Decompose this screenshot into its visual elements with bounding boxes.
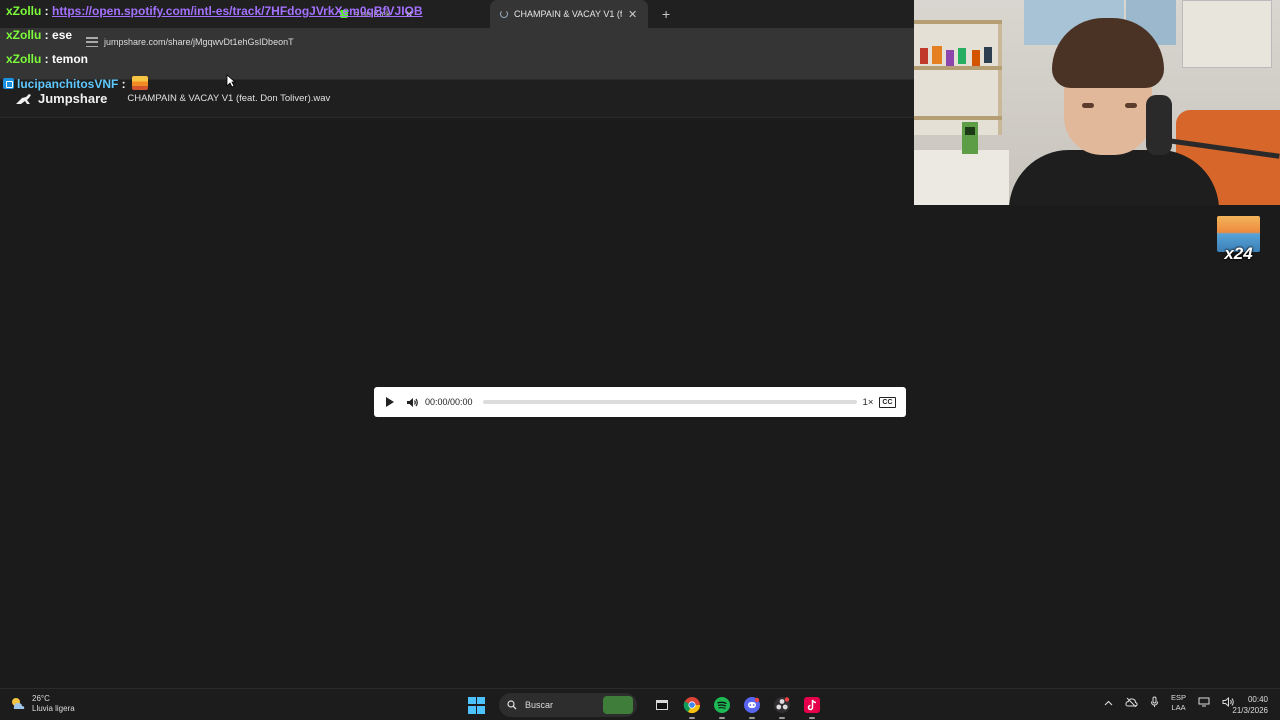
chat-message: lucipanchitosVNF : <box>3 76 149 91</box>
keyboard-layout: LAA <box>1171 703 1186 712</box>
tab-champain-vacay[interactable]: CHAMPAIN & VACAY V1 (feat. ✕ <box>490 0 648 28</box>
chat-username: xZollu <box>6 4 42 18</box>
discord-icon[interactable] <box>741 694 763 719</box>
playback-time: 00:00/00:00 <box>425 397 473 407</box>
playback-speed-button[interactable]: 1× <box>863 397 874 408</box>
site-settings-icon[interactable] <box>86 37 98 47</box>
obs-icon[interactable] <box>771 694 793 719</box>
viewer-count: x24 <box>1224 244 1253 263</box>
cloud-off-icon[interactable] <box>1125 697 1138 709</box>
chevron-up-icon[interactable] <box>1104 698 1113 708</box>
chat-username: xZollu <box>6 28 42 42</box>
volume-icon[interactable] <box>406 397 419 408</box>
chat-message: xZollu : https://open.spotify.com/intl-e… <box>6 4 423 18</box>
display-icon[interactable] <box>1198 697 1210 709</box>
file-name: CHAMPAIN & VACAY V1 (feat. Don Toliver).… <box>127 93 331 104</box>
weather-desc: Lluvia ligera <box>32 704 75 713</box>
play-icon[interactable] <box>386 397 394 407</box>
chat-message: xZollu : temon <box>6 52 89 66</box>
search-icon <box>507 700 517 710</box>
system-tray: ESP LAA <box>1098 693 1241 713</box>
chat-text: ese <box>52 28 73 42</box>
weather-temp: 26°C <box>32 694 50 703</box>
tiktok-icon[interactable] <box>801 694 823 719</box>
chat-text: temon <box>52 52 89 66</box>
address-bar: jumpshare.com/share/jMgqwvDt1ehGsIDbeonT <box>0 28 914 56</box>
chat-link[interactable]: https://open.spotify.com/intl-es/track/7… <box>52 4 423 18</box>
tab-close-icon[interactable]: ✕ <box>628 8 637 21</box>
mouse-cursor-icon <box>226 74 236 88</box>
webcam-feed <box>914 0 1280 205</box>
jumpshare-logo[interactable]: Jumpshare <box>14 91 107 106</box>
captions-button[interactable]: CC <box>879 396 896 408</box>
chat-username: lucipanchitosVNF <box>17 77 119 91</box>
streamer-shirt <box>1009 150 1219 205</box>
creeper-figure <box>962 122 978 154</box>
windows-start-icon[interactable] <box>468 696 485 714</box>
shelf <box>914 20 1002 135</box>
url-field[interactable]: jumpshare.com/share/jMgqwvDt1ehGsIDbeonT <box>104 37 294 47</box>
seek-bar[interactable] <box>482 400 857 404</box>
subscriber-badge-icon <box>3 78 14 89</box>
search-highlight-art-icon <box>603 696 633 714</box>
clock-date: 21/3/2026 <box>1232 706 1268 715</box>
language-code: ESP <box>1171 693 1187 702</box>
audio-player: 00:00/00:00 1× CC <box>374 387 906 417</box>
taskbar-apps: Buscar <box>468 693 827 719</box>
file-explorer-icon[interactable] <box>651 694 673 716</box>
desk <box>914 150 1009 205</box>
chat-username: xZollu <box>6 52 42 66</box>
drawing-poster <box>1182 0 1272 68</box>
jumpshare-brand: Jumpshare <box>38 91 108 106</box>
taskbar-search[interactable]: Buscar <box>499 693 637 717</box>
new-tab-plus-icon[interactable]: + <box>662 6 670 22</box>
search-placeholder: Buscar <box>525 700 554 710</box>
viewer-badge: x24 <box>1217 216 1260 269</box>
clock-time: 00:40 <box>1247 695 1268 704</box>
kangaroo-icon <box>16 93 31 104</box>
screen: s on Kick ✕ CHAMPAIN & VACAY V1 (feat. ✕… <box>0 0 1280 720</box>
loading-spinner-icon <box>500 10 508 18</box>
rain-cloud-icon <box>12 698 25 709</box>
headphones <box>1146 95 1172 155</box>
chat-message: xZollu : ese <box>6 28 73 42</box>
taskbar-clock[interactable]: 00:40 21/3/2026 <box>1226 694 1268 716</box>
sunset-emote-icon <box>132 76 149 90</box>
windows-taskbar: 26°C Lluvia ligera Buscar ESP LAA 00:40 … <box>0 688 1280 720</box>
chrome-icon[interactable] <box>681 694 703 719</box>
language-indicator[interactable]: ESP LAA <box>1171 693 1186 713</box>
weather-widget[interactable]: 26°C Lluvia ligera <box>10 694 75 714</box>
tab-label: CHAMPAIN & VACAY V1 (feat. <box>514 9 622 19</box>
spotify-icon[interactable] <box>711 694 733 719</box>
microphone-icon[interactable] <box>1150 696 1159 710</box>
